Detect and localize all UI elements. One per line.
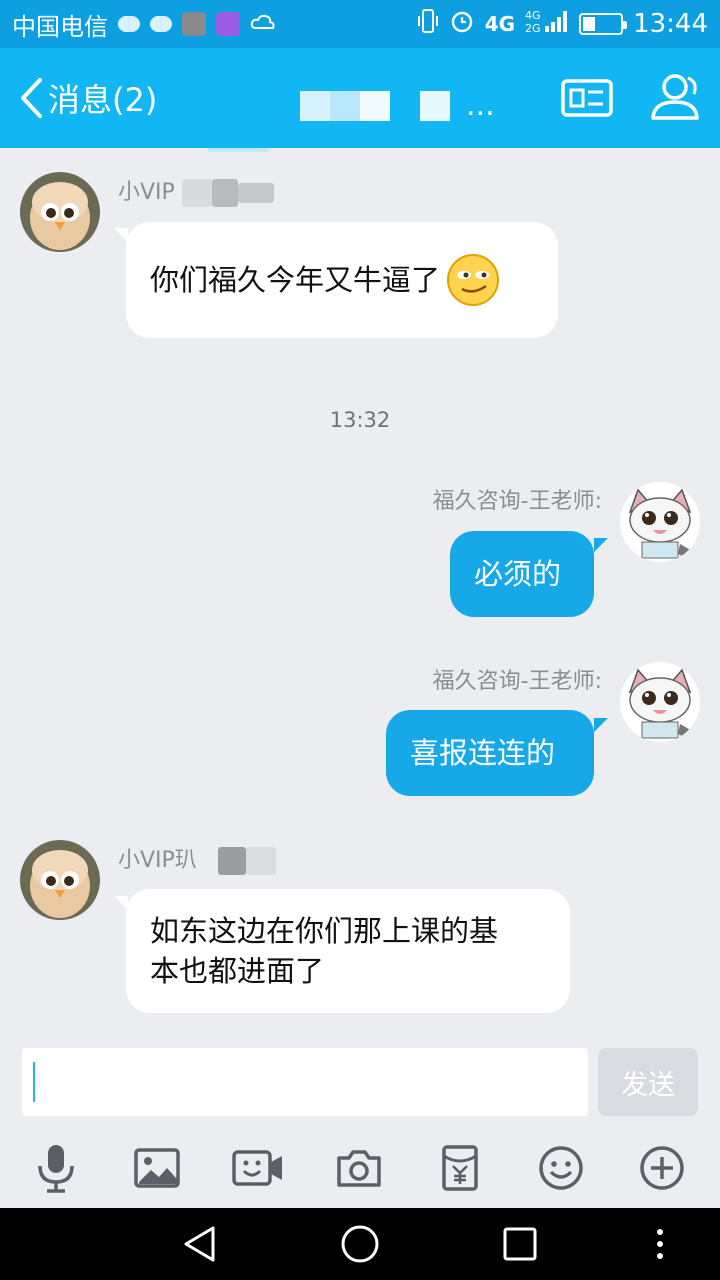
back-button[interactable]: 消息(2) [18, 74, 157, 122]
video-call-icon[interactable] [230, 1140, 286, 1196]
network-type: 4G [484, 12, 516, 36]
input-area: 发送 [0, 1030, 720, 1208]
avatar[interactable] [20, 840, 100, 920]
notice-strip [208, 148, 268, 152]
red-packet-icon[interactable] [432, 1140, 488, 1196]
text-caret [33, 1062, 35, 1102]
status-bar: 中国电信 4G 4G 2G 13:44 [0, 0, 720, 48]
back-triangle-icon[interactable] [180, 1224, 220, 1264]
notification-icon [150, 16, 172, 32]
more-icon[interactable] [650, 1224, 670, 1264]
conversation-title: ... [300, 88, 495, 123]
navigation-bar [0, 1208, 720, 1280]
home-circle-icon[interactable] [340, 1224, 380, 1264]
sender-name: 小VIP玐 [118, 842, 276, 875]
message-bubble[interactable]: 喜报连连的 [386, 710, 594, 796]
title-ellipsis: ... [466, 88, 495, 123]
sender-name: 小VIP [118, 174, 274, 207]
svg-text:4G: 4G [525, 9, 541, 22]
cloud-notification-icon [250, 10, 276, 38]
send-button[interactable]: 发送 [598, 1048, 698, 1116]
group-members-button[interactable] [648, 70, 706, 124]
sender-name: 福久咨询-王老师: [432, 489, 602, 514]
recents-square-icon[interactable] [502, 1224, 538, 1264]
message-text: 你们福久今年又牛逼了 [150, 263, 441, 297]
alarm-icon [449, 8, 475, 40]
people-icon [651, 74, 699, 120]
input-toolbar [0, 1140, 720, 1196]
image-notification-icon [182, 12, 206, 36]
microphone-icon[interactable] [28, 1140, 84, 1196]
message-input[interactable] [22, 1048, 588, 1116]
message-bubble[interactable]: 必须的 [450, 531, 594, 617]
avatar[interactable] [620, 662, 700, 742]
message-timestamp: 13:32 [329, 408, 391, 432]
svg-text:2G: 2G [525, 22, 541, 34]
message-text-line: 本也都进面了 [150, 954, 325, 988]
back-label: 消息(2) [48, 81, 158, 119]
message-text: 必须的 [474, 557, 562, 591]
sender-name: 福久咨询-王老师: [432, 669, 602, 694]
notification-icon [118, 16, 140, 32]
title-bar: 消息(2) ... [0, 48, 720, 148]
signal-icon: 4G 2G [525, 8, 569, 40]
chevron-left-icon [21, 78, 42, 118]
clock: 13:44 [633, 9, 708, 39]
plus-icon[interactable] [634, 1140, 690, 1196]
gallery-notification-icon [216, 12, 240, 36]
id-card-icon [561, 79, 613, 117]
vibrate-icon [417, 8, 439, 40]
smirk-emoji-icon [447, 254, 500, 306]
carrier-label: 中国电信 [12, 12, 108, 41]
profile-card-button[interactable] [560, 76, 614, 120]
image-icon[interactable] [129, 1140, 185, 1196]
emoji-icon[interactable] [533, 1140, 589, 1196]
camera-icon[interactable] [331, 1140, 387, 1196]
message-text-line: 如东这边在你们那上课的基 [150, 914, 499, 948]
message-bubble[interactable]: 你们福久今年又牛逼了 [126, 222, 558, 338]
message-text: 喜报连连的 [410, 736, 556, 770]
battery-icon [579, 13, 628, 35]
avatar[interactable] [620, 482, 700, 562]
message-bubble[interactable]: 如东这边在你们那上课的基 本也都进面了 [126, 889, 570, 1013]
avatar[interactable] [20, 172, 100, 252]
